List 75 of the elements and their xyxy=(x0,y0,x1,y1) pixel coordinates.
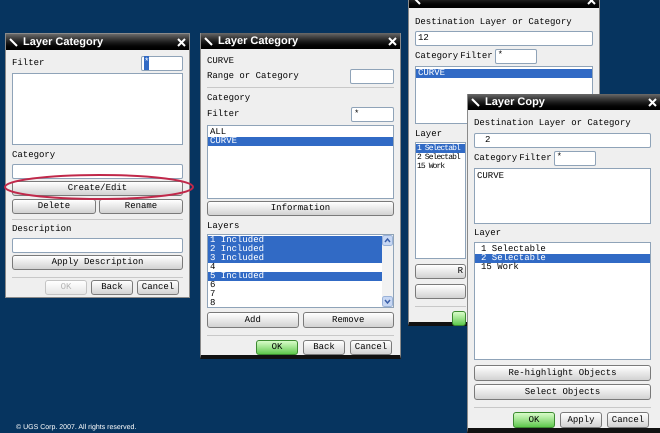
filter-field[interactable]: * xyxy=(351,107,394,122)
window-title: Layer Copy xyxy=(485,94,546,110)
dialog-button[interactable]: Cancel xyxy=(607,412,649,428)
filter-field[interactable]: * xyxy=(141,56,183,70)
list-item[interactable]: 7 xyxy=(208,290,382,299)
ok-button[interactable]: OK xyxy=(513,412,555,428)
filter-field[interactable]: * xyxy=(554,150,596,166)
field-label: Destination Layer or Category xyxy=(474,118,631,129)
list-item[interactable]: 6 xyxy=(208,281,382,290)
scrollbar[interactable] xyxy=(382,235,393,307)
list-item[interactable]: 2 Included xyxy=(208,245,382,254)
list-item[interactable]: 3 Included xyxy=(208,254,382,263)
list-item[interactable]: 8 xyxy=(208,299,382,307)
field-label: Filter xyxy=(460,50,493,62)
dialog-button[interactable]: Cancel xyxy=(137,280,179,295)
field-label: Category xyxy=(474,152,518,164)
scroll-down-icon[interactable] xyxy=(382,296,393,307)
pen-icon xyxy=(204,36,213,46)
window-title: Layer Category xyxy=(23,34,104,50)
dialog-button[interactable]: Back xyxy=(91,280,133,295)
rename-button[interactable]: Rename xyxy=(99,199,183,214)
information-button[interactable]: Information xyxy=(207,201,394,216)
category-name: CURVE xyxy=(207,56,234,67)
list-item[interactable]: CURVE xyxy=(475,172,650,181)
list-item[interactable]: 1 Included xyxy=(208,236,382,245)
category-list[interactable] xyxy=(12,73,183,145)
list-item[interactable]: 4 xyxy=(208,263,382,272)
scroll-up-icon[interactable] xyxy=(382,235,393,246)
list-item[interactable]: ALL xyxy=(208,128,393,137)
list-item[interactable]: 15 Work xyxy=(416,162,465,171)
section-label: Layers xyxy=(207,221,240,232)
dialog-button[interactable]: Back xyxy=(303,340,345,355)
dialog-button[interactable]: Apply xyxy=(560,412,602,428)
section-label: Category xyxy=(207,93,250,104)
select-objects-button[interactable]: Select Objects xyxy=(474,384,651,400)
list-item[interactable]: 1 Selectabl xyxy=(416,144,465,153)
ok-button[interactable] xyxy=(452,311,466,326)
list-item[interactable]: 5 Included xyxy=(208,272,382,281)
dialog-button[interactable]: Cancel xyxy=(350,340,392,355)
pen-icon xyxy=(471,98,480,106)
apply-description-button[interactable]: Apply Description xyxy=(12,255,183,270)
list-item[interactable]: 2 Selectable xyxy=(475,254,650,263)
field-label: Category xyxy=(12,150,56,161)
remove-button[interactable]: Remove xyxy=(302,312,394,328)
delete-button[interactable]: Delete xyxy=(12,199,96,214)
close-icon[interactable] xyxy=(648,98,657,106)
list-item[interactable]: CURVE xyxy=(208,137,393,146)
list-item[interactable]: 1 Selectable xyxy=(475,245,650,254)
field-label: Layer xyxy=(474,228,502,239)
field-label: Category xyxy=(415,50,458,62)
list-item[interactable]: 15 Work xyxy=(475,263,650,272)
field-label: Range or Category xyxy=(207,71,299,82)
list-item[interactable]: CURVE xyxy=(416,69,592,78)
field-label: Layer xyxy=(415,129,442,140)
add-button[interactable]: Add xyxy=(207,312,298,328)
destination-field[interactable]: 12 xyxy=(415,31,593,46)
field-label: Filter xyxy=(12,58,44,68)
description-field[interactable] xyxy=(12,238,183,253)
filter-field[interactable]: * xyxy=(494,48,537,64)
field-label: Destination Layer or Category xyxy=(415,17,572,28)
field-label: Filter xyxy=(207,109,240,120)
create-edit-button[interactable]: Create/Edit xyxy=(12,181,183,196)
close-icon[interactable] xyxy=(388,36,397,46)
rehighlight-button[interactable]: R xyxy=(415,264,466,279)
list-item[interactable]: 2 Selectabl xyxy=(416,153,465,162)
destination-field[interactable]: 2 xyxy=(474,133,651,148)
window-title: Layer Category xyxy=(218,34,300,49)
rehighlight-button[interactable]: Re-highlight Objects xyxy=(474,365,651,381)
close-icon[interactable] xyxy=(177,38,186,46)
range-field[interactable] xyxy=(350,69,394,84)
dialog-button[interactable] xyxy=(415,284,466,299)
pen-icon xyxy=(9,38,18,46)
ok-button[interactable]: OK xyxy=(256,340,298,355)
field-label: Description xyxy=(12,224,72,235)
field-label: Filter xyxy=(519,152,552,164)
